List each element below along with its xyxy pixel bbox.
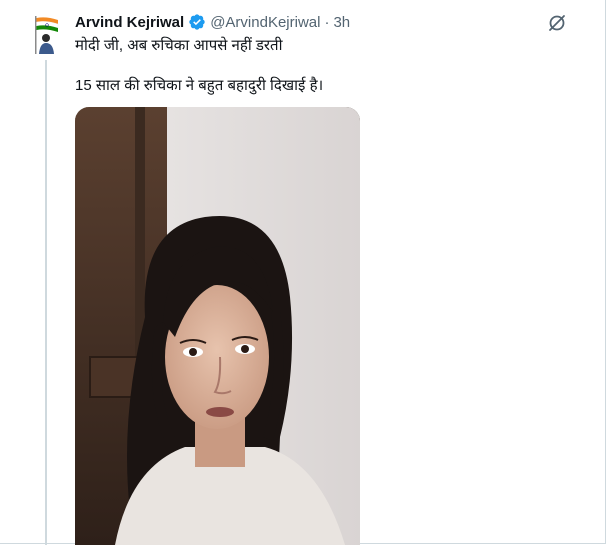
india-flag-avatar-icon xyxy=(35,16,59,54)
author-avatar[interactable] xyxy=(32,14,62,56)
tweet-video-thumbnail[interactable] xyxy=(75,107,360,545)
separator-dot: · xyxy=(324,13,330,31)
tweet-timestamp[interactable]: 3h xyxy=(333,14,350,31)
author-name[interactable]: Arvind Kejriwal xyxy=(75,14,184,31)
author-handle[interactable]: @ArvindKejriwal xyxy=(210,14,320,31)
tweet-header: Arvind Kejriwal @ArvindKejriwal · 3h xyxy=(75,12,350,32)
thread-connector-line xyxy=(45,60,47,545)
video-frame-image xyxy=(75,107,360,545)
slash-circle-icon[interactable] xyxy=(545,11,569,35)
verified-badge-icon xyxy=(188,13,206,31)
tweet-text-line-1: मोदी जी, अब रुचिका आपसे नहीं डरती xyxy=(75,37,283,54)
tweet-container: Arvind Kejriwal @ArvindKejriwal · 3h मोद… xyxy=(0,0,606,545)
tweet-text-line-2: 15 साल की रुचिका ने बहुत बहादुरी दिखाई ह… xyxy=(75,77,324,94)
